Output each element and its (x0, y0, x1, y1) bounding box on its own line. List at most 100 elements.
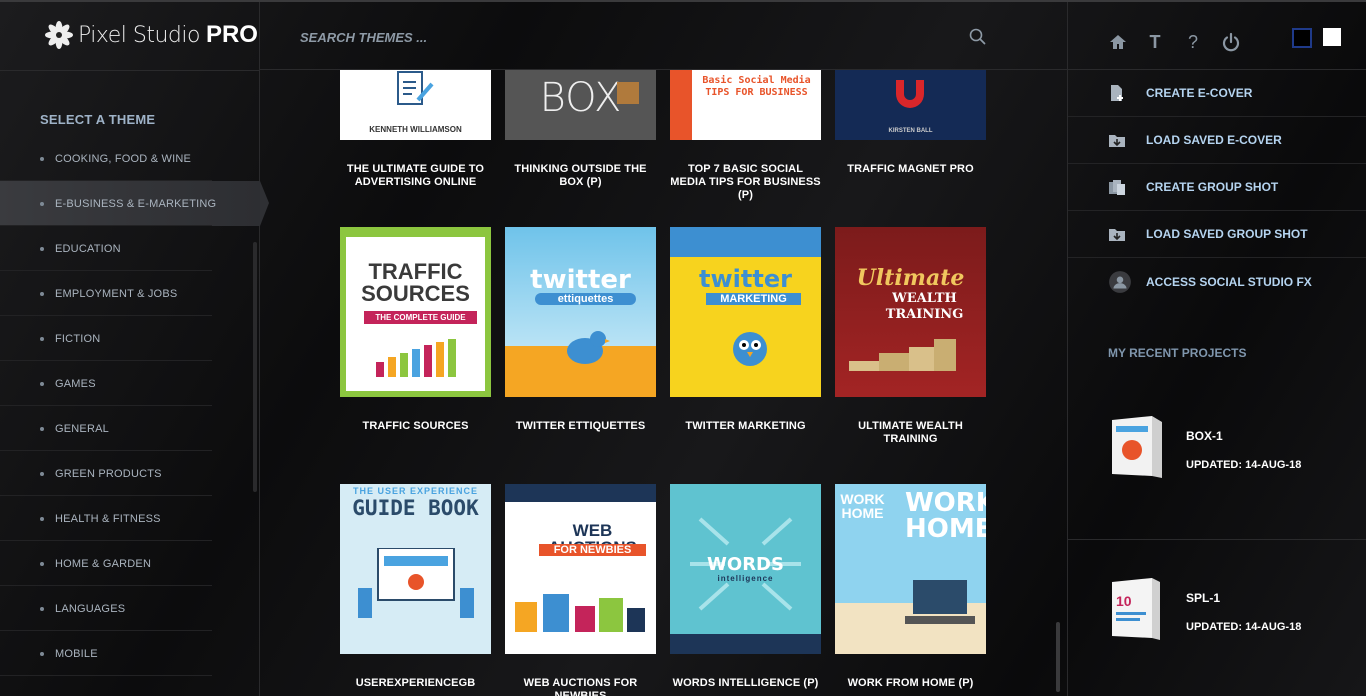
create-e-cover-button[interactable]: CREATE E-COVER (1068, 70, 1366, 117)
theme-caption[interactable]: WORDS INTELLIGENCE (P) (670, 677, 821, 690)
theme-caption[interactable]: USEREXPERIENCEGB (340, 677, 491, 690)
theme-caption[interactable]: TWITTER ETTIQUETTES (505, 420, 656, 433)
theme-caption[interactable]: WEB AUCTIONS FOR NEWBIES (505, 677, 656, 696)
cover-subtitle: FOR NEWBIES (539, 544, 646, 556)
theme-category-item[interactable]: GREEN PRODUCTS (0, 451, 260, 496)
theme-caption[interactable]: TRAFFIC SOURCES (340, 420, 491, 433)
theme-category-label: HOME & GARDEN (55, 557, 152, 570)
laptop-illustration (905, 580, 975, 624)
theme-category-item[interactable]: FICTION (0, 316, 260, 361)
theme-category-label: MOBILE (55, 647, 98, 660)
theme-category-item[interactable]: HEALTH & FITNESS (0, 496, 260, 541)
recent-project-item[interactable]: 10 SPL-1 UPDATED: 14-AUG-18 (1108, 576, 1301, 644)
left-sidebar: Pixel Studio PRO SELECT A THEME COOKING,… (0, 2, 269, 696)
theme-card[interactable]: KENNETH WILLIAMSON THE ULTIMATE GUIDE TO… (340, 70, 491, 202)
theme-card[interactable]: twitter ettiquettes TWITTER ETTIQUETTES (505, 227, 656, 446)
theme-card[interactable]: WEB AUCTIONS FOR NEWBIES WEB AUCTIONS FO… (505, 484, 656, 696)
project-updated-date: UPDATED: 14-AUG-18 (1186, 459, 1302, 471)
theme-caption[interactable]: TWITTER MARKETING (670, 420, 821, 433)
theme-category-item[interactable]: GAMES (0, 361, 260, 406)
cover-subtitle: ettiquettes (535, 293, 636, 305)
search-input[interactable] (300, 27, 940, 47)
theme-card[interactable]: BOX THINKING OUTSIDE THE BOX (P) (505, 70, 656, 202)
theme-category-item[interactable]: COOKING, FOOD & WINE (0, 136, 260, 181)
sidebar-scrollbar[interactable] (253, 242, 257, 492)
theme-category-item[interactable]: MOBILE (0, 631, 260, 676)
cover-thumbnail[interactable]: WEB AUCTIONS FOR NEWBIES (505, 484, 656, 654)
search-icon[interactable] (968, 27, 988, 47)
dark-theme-swatch[interactable] (1292, 28, 1312, 48)
theme-category-item[interactable]: E-BUSINESS & E-MARKETING (0, 181, 269, 226)
cover-title: Basic Social Media TIPS FOR BUSINESS (702, 75, 811, 98)
cover-thumbnail[interactable]: THE USER EXPERIENCE GUIDE BOOK (340, 484, 491, 654)
recent-project-item[interactable]: BOX-1 UPDATED: 14-AUG-18 (1108, 414, 1301, 482)
theme-category-label: EMPLOYMENT & JOBS (55, 287, 178, 300)
divider (0, 70, 260, 71)
theme-category-item[interactable]: GENERAL (0, 406, 260, 451)
theme-caption[interactable]: THE ULTIMATE GUIDE TO ADVERTISING ONLINE (340, 163, 491, 189)
theme-card[interactable]: KIRSTEN BALL TRAFFIC MAGNET PRO (835, 70, 986, 202)
theme-caption[interactable]: WORK FROM HOME (P) (835, 677, 986, 690)
cover-thumbnail[interactable]: KIRSTEN BALL (835, 70, 986, 140)
theme-category-label: LANGUAGES (55, 602, 126, 615)
theme-category-label: GAMES (55, 377, 96, 390)
action-label: LOAD SAVED GROUP SHOT (1146, 227, 1308, 241)
theme-category-item[interactable]: LANGUAGES (0, 586, 260, 631)
help-icon[interactable]: ? (1183, 32, 1203, 52)
logo-name: Pixel Studio (78, 22, 200, 48)
project-thumbnail[interactable]: 10 (1108, 576, 1166, 644)
load-folder-icon (1109, 229, 1125, 241)
top-toolbar: T ? (1068, 2, 1366, 70)
cover-thumbnail[interactable]: TRAFFIC SOURCES THE COMPLETE GUIDE (340, 227, 491, 397)
cover-thumbnail[interactable]: KENNETH WILLIAMSON (340, 70, 491, 140)
magnet-icon (896, 80, 924, 108)
power-icon[interactable] (1221, 32, 1241, 52)
theme-card[interactable]: THE USER EXPERIENCE GUIDE BOOK USEREXPER… (340, 484, 491, 696)
cover-thumbnail[interactable]: WORK HOME WORK HOME (835, 484, 986, 654)
theme-grid: KENNETH WILLIAMSON THE ULTIMATE GUIDE TO… (260, 70, 1067, 696)
access-social-studio-fx-button[interactable]: ACCESS SOCIAL STUDIO FX (1068, 258, 1366, 305)
theme-category-item[interactable]: EMPLOYMENT & JOBS (0, 271, 260, 316)
cover-title: GUIDE BOOK (352, 496, 479, 520)
cover-thumbnail[interactable]: BOX (505, 70, 656, 140)
project-thumbnail[interactable] (1108, 414, 1166, 482)
cover-thumbnail[interactable]: Basic Social Media TIPS FOR BUSINESS (670, 70, 821, 140)
cover-title: WORK HOME (905, 488, 986, 544)
theme-card[interactable]: WORDS intelligence WORDS INTELLIGENCE (P… (670, 484, 821, 696)
theme-caption[interactable]: THINKING OUTSIDE THE BOX (P) (505, 163, 656, 189)
theme-row: THE USER EXPERIENCE GUIDE BOOK USEREXPER… (340, 484, 986, 696)
recent-projects-heading: MY RECENT PROJECTS (1108, 346, 1247, 360)
cover-header (505, 484, 656, 502)
load-saved-e-cover-button[interactable]: LOAD SAVED E-COVER (1068, 117, 1366, 164)
theme-caption[interactable]: TOP 7 BASIC SOCIAL MEDIA TIPS FOR BUSINE… (670, 163, 821, 202)
cover-thumbnail[interactable]: twitter MARKETING (670, 227, 821, 397)
theme-card[interactable]: Basic Social Media TIPS FOR BUSINESS TOP… (670, 70, 821, 202)
theme-category-item[interactable]: EDUCATION (0, 226, 260, 271)
cover-thumbnail[interactable]: twitter ettiquettes (505, 227, 656, 397)
theme-caption[interactable]: ULTIMATE WEALTH TRAINING (835, 420, 986, 446)
right-panel: T ? CREATE E-COVER LOAD SAVED E-COVER CR… (1067, 2, 1366, 696)
app-logo[interactable]: Pixel Studio PRO (44, 18, 258, 52)
cover-thumbnail[interactable]: WORDS intelligence (670, 484, 821, 654)
cover-title: Ultimate (856, 265, 965, 291)
create-group-shot-button[interactable]: CREATE GROUP SHOT (1068, 164, 1366, 211)
action-label: ACCESS SOCIAL STUDIO FX (1146, 274, 1312, 289)
theme-category-label: EDUCATION (55, 242, 121, 255)
action-label: LOAD SAVED E-COVER (1146, 133, 1282, 147)
load-saved-group-shot-button[interactable]: LOAD SAVED GROUP SHOT (1068, 211, 1366, 258)
theme-card[interactable]: TRAFFIC SOURCES THE COMPLETE GUIDE TRAFF… (340, 227, 491, 446)
website-illustration (358, 548, 474, 618)
bullet-icon (40, 336, 44, 341)
light-theme-swatch[interactable] (1323, 28, 1341, 46)
theme-card[interactable]: twitter MARKETING TWITTER MARKETING (670, 227, 821, 446)
cover-spine (670, 70, 692, 140)
cover-thumbnail[interactable]: Ultimate WEALTH TRAINING (835, 227, 986, 397)
home-icon[interactable] (1108, 32, 1128, 52)
theme-caption[interactable]: TRAFFIC MAGNET PRO (835, 163, 986, 176)
text-icon[interactable]: T (1145, 32, 1165, 52)
theme-card[interactable]: Ultimate WEALTH TRAINING ULTIMATE WEALTH… (835, 227, 986, 446)
project-name: SPL-1 (1186, 591, 1221, 605)
theme-category-item[interactable]: HOME & GARDEN (0, 541, 260, 586)
grid-scrollbar[interactable] (1056, 622, 1060, 692)
theme-card[interactable]: WORK HOME WORK HOME WORK FROM HOME (P) (835, 484, 986, 696)
